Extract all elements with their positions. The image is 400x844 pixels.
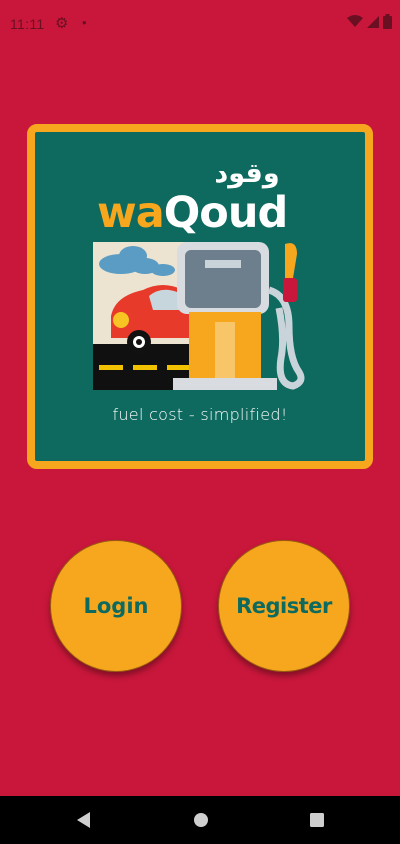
wordmark-wa: wa: [97, 188, 165, 238]
back-icon[interactable]: [74, 810, 92, 830]
login-button[interactable]: Login: [50, 540, 182, 672]
brand-arabic-name: وقود: [214, 158, 280, 189]
status-bar: 11:11 ⚙ •: [0, 0, 400, 46]
notification-dot-icon: •: [82, 15, 87, 30]
system-navigation-bar: [0, 796, 400, 844]
recent-apps-icon[interactable]: [308, 810, 326, 830]
status-time: 11:11: [10, 16, 45, 32]
fuel-pump-car-illustration: [93, 242, 305, 390]
home-icon[interactable]: [192, 810, 210, 830]
app-tagline: fuel cost - simplified!: [112, 405, 288, 424]
cellular-signal-icon: [367, 15, 379, 28]
settings-gear-icon: ⚙: [55, 15, 69, 32]
register-button[interactable]: Register: [218, 540, 350, 672]
battery-icon: [383, 14, 392, 29]
status-indicators: [347, 14, 392, 29]
fuel-pump-icon: [173, 242, 305, 390]
wordmark-qoud: Qoud: [163, 188, 288, 238]
app-logo-card: وقود waQoud fuel cost - simplified!: [27, 124, 373, 469]
wifi-icon: [347, 15, 363, 27]
brand-wordmark: waQoud: [97, 188, 317, 238]
